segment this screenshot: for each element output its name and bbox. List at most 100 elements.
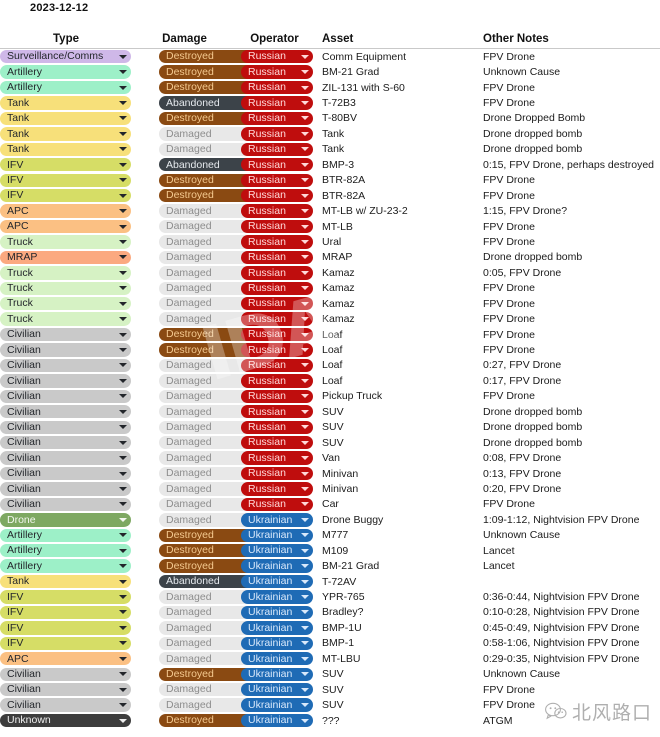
cell-notes[interactable]: Unknown Cause xyxy=(477,64,660,79)
chevron-down-icon[interactable] xyxy=(301,116,309,121)
chevron-down-icon[interactable] xyxy=(301,193,309,198)
cell-notes[interactable]: 1:15, FPV Drone? xyxy=(477,203,660,218)
cell-asset[interactable]: ??? xyxy=(312,713,477,728)
operator-chip[interactable]: Russian xyxy=(241,158,313,172)
chevron-down-icon[interactable] xyxy=(119,672,127,677)
cell-notes[interactable]: 0:45-0:49, Nightvision FPV Drone xyxy=(477,620,660,635)
operator-chip[interactable]: Russian xyxy=(241,312,313,326)
operator-chip[interactable]: Russian xyxy=(241,142,313,157)
cell-notes[interactable]: Lancet xyxy=(477,558,660,573)
chevron-down-icon[interactable] xyxy=(119,147,127,152)
cell-notes[interactable]: Drone Dropped Bomb xyxy=(477,111,660,126)
chevron-down-icon[interactable] xyxy=(301,625,309,630)
chevron-down-icon[interactable] xyxy=(119,440,127,445)
chevron-down-icon[interactable] xyxy=(119,641,127,646)
operator-chip[interactable]: Russian xyxy=(241,50,313,64)
chevron-down-icon[interactable] xyxy=(119,394,127,399)
type-chip[interactable]: Drone xyxy=(0,513,131,527)
operator-chip[interactable]: Ukrainian xyxy=(241,574,313,589)
cell-asset[interactable]: Minivan xyxy=(312,466,477,481)
cell-asset[interactable]: BM-21 Grad xyxy=(312,64,477,79)
chevron-down-icon[interactable] xyxy=(301,502,309,507)
operator-chip[interactable]: Russian xyxy=(241,435,313,450)
chevron-down-icon[interactable] xyxy=(119,718,127,723)
cell-asset[interactable]: BTR-82A xyxy=(312,173,477,188)
chevron-down-icon[interactable] xyxy=(301,718,309,723)
chevron-down-icon[interactable] xyxy=(119,625,127,630)
chevron-down-icon[interactable] xyxy=(119,687,127,692)
cell-asset[interactable]: Car xyxy=(312,497,477,512)
chevron-down-icon[interactable] xyxy=(301,672,309,677)
operator-chip[interactable]: Russian xyxy=(241,374,313,388)
column-header-asset[interactable]: Asset xyxy=(312,30,477,49)
type-chip[interactable]: Tank xyxy=(0,574,131,589)
chevron-down-icon[interactable] xyxy=(119,224,127,229)
cell-notes[interactable]: FPV Drone xyxy=(477,389,660,404)
type-chip[interactable]: Tank xyxy=(0,142,131,157)
type-chip[interactable]: Civilian xyxy=(0,405,131,419)
cell-asset[interactable]: Kamaz xyxy=(312,265,477,280)
cell-asset[interactable]: BMP-1 xyxy=(312,636,477,651)
type-chip[interactable]: Civilian xyxy=(0,327,131,342)
cell-asset[interactable]: SUV xyxy=(312,420,477,435)
cell-asset[interactable]: Loaf xyxy=(312,327,477,342)
cell-notes[interactable]: 0:27, FPV Drone xyxy=(477,358,660,373)
operator-chip[interactable]: Ukrainian xyxy=(241,682,313,697)
operator-chip[interactable]: Ukrainian xyxy=(241,605,313,620)
operator-chip[interactable]: Russian xyxy=(241,127,313,141)
cell-notes[interactable]: Drone dropped bomb xyxy=(477,420,660,435)
cell-asset[interactable]: BTR-82A xyxy=(312,188,477,203)
operator-chip[interactable]: Ukrainian xyxy=(241,590,313,604)
cell-notes[interactable]: Drone dropped bomb xyxy=(477,250,660,265)
cell-notes[interactable]: FPV Drone xyxy=(477,49,660,65)
cell-asset[interactable]: T-72B3 xyxy=(312,95,477,110)
operator-chip[interactable]: Russian xyxy=(241,389,313,404)
chevron-down-icon[interactable] xyxy=(301,486,309,491)
chevron-down-icon[interactable] xyxy=(119,301,127,306)
chevron-down-icon[interactable] xyxy=(301,548,309,553)
chevron-down-icon[interactable] xyxy=(301,332,309,337)
chevron-down-icon[interactable] xyxy=(119,286,127,291)
cell-asset[interactable]: Kamaz xyxy=(312,281,477,296)
operator-chip[interactable]: Ukrainian xyxy=(241,559,313,573)
operator-chip[interactable]: Russian xyxy=(241,343,313,357)
type-chip[interactable]: Surveillance/Comms xyxy=(0,50,131,64)
chevron-down-icon[interactable] xyxy=(301,209,309,214)
cell-notes[interactable]: FPV Drone xyxy=(477,296,660,311)
cell-asset[interactable]: M109 xyxy=(312,543,477,558)
chevron-down-icon[interactable] xyxy=(301,394,309,399)
cell-notes[interactable]: Lancet xyxy=(477,543,660,558)
type-chip[interactable]: Tank xyxy=(0,96,131,110)
chevron-down-icon[interactable] xyxy=(119,378,127,383)
operator-chip[interactable]: Russian xyxy=(241,466,313,481)
type-chip[interactable]: Civilian xyxy=(0,482,131,496)
chevron-down-icon[interactable] xyxy=(301,131,309,136)
operator-chip[interactable]: Russian xyxy=(241,497,313,512)
cell-asset[interactable]: Drone Buggy xyxy=(312,512,477,527)
operator-chip[interactable]: Russian xyxy=(241,451,313,465)
cell-asset[interactable]: Loaf xyxy=(312,342,477,357)
chevron-down-icon[interactable] xyxy=(301,703,309,708)
chevron-down-icon[interactable] xyxy=(119,363,127,368)
type-chip[interactable]: Civilian xyxy=(0,466,131,481)
column-header-operator[interactable]: Operator xyxy=(237,30,312,49)
operator-chip[interactable]: Russian xyxy=(241,297,313,311)
cell-notes[interactable]: FPV Drone xyxy=(477,234,660,249)
type-chip[interactable]: Truck xyxy=(0,297,131,311)
type-chip[interactable]: Civilian xyxy=(0,358,131,373)
cell-asset[interactable]: MT-LB w/ ZU-23-2 xyxy=(312,203,477,218)
chevron-down-icon[interactable] xyxy=(119,425,127,430)
chevron-down-icon[interactable] xyxy=(119,131,127,136)
type-chip[interactable]: Civilian xyxy=(0,420,131,434)
chevron-down-icon[interactable] xyxy=(301,595,309,600)
cell-asset[interactable]: ZIL-131 with S-60 xyxy=(312,80,477,95)
chevron-down-icon[interactable] xyxy=(301,363,309,368)
cell-asset[interactable]: BM-21 Grad xyxy=(312,558,477,573)
chevron-down-icon[interactable] xyxy=(119,456,127,461)
chevron-down-icon[interactable] xyxy=(301,425,309,430)
cell-notes[interactable]: Drone dropped bomb xyxy=(477,126,660,141)
cell-asset[interactable]: Bradley? xyxy=(312,605,477,620)
cell-notes[interactable]: 0:20, FPV Drone xyxy=(477,481,660,496)
cell-notes[interactable]: ATGM xyxy=(477,713,660,728)
cell-notes[interactable]: Drone dropped bomb xyxy=(477,435,660,450)
